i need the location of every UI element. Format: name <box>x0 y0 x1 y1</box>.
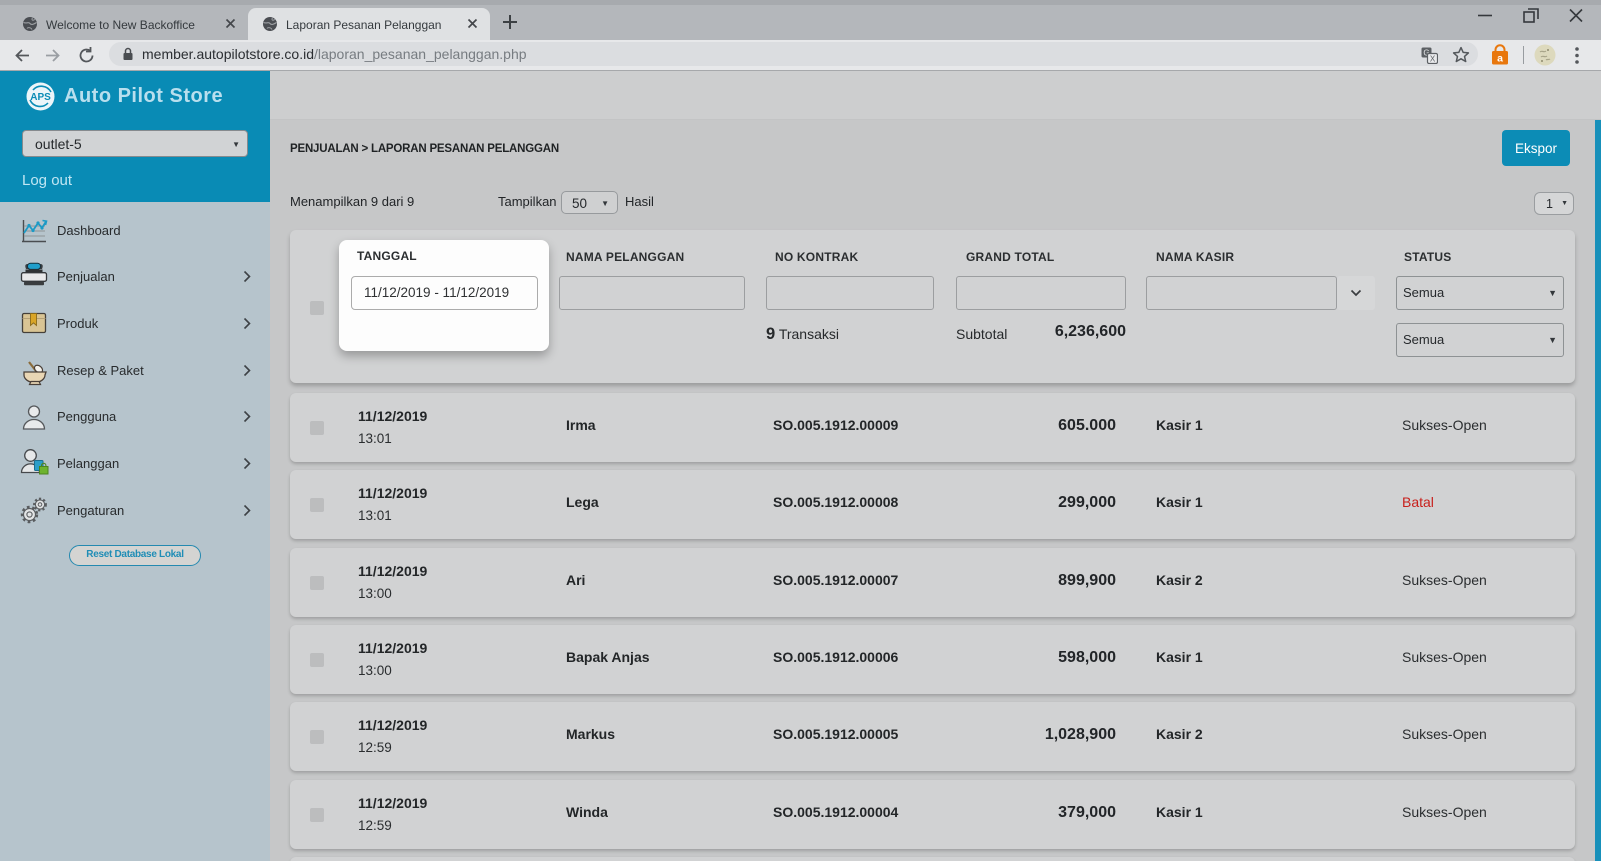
svg-text:X: X <box>1430 55 1436 64</box>
svg-text:a: a <box>1497 53 1503 65</box>
svg-text:APS: APS <box>30 92 51 103</box>
